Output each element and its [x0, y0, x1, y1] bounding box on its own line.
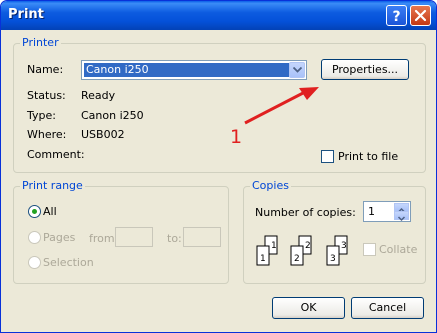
- pages-radio[interactable]: [28, 231, 41, 244]
- number-of-copies-label: Number of copies:: [255, 206, 356, 219]
- collate-page-2a: 2: [294, 254, 300, 264]
- properties-button-label: Properties...: [331, 63, 399, 76]
- to-label: to:: [167, 232, 182, 245]
- chevron-down-icon: [293, 67, 302, 73]
- close-icon: [414, 9, 427, 22]
- where-value: USB002: [81, 128, 125, 141]
- collate-page-3b: 3: [341, 241, 347, 251]
- name-label: Name:: [27, 63, 64, 76]
- annotation-arrow: [244, 87, 319, 125]
- svg-text:?: ?: [392, 9, 400, 25]
- printer-group-label: Printer: [20, 36, 61, 49]
- printer-name-value: Canon i250: [84, 63, 289, 77]
- type-label: Type:: [27, 109, 56, 122]
- dropdown-arrow-button[interactable]: [289, 62, 305, 78]
- spin-down-button[interactable]: [394, 211, 409, 222]
- ok-button-label: OK: [300, 301, 317, 314]
- ok-button[interactable]: OK: [272, 297, 345, 319]
- cancel-button[interactable]: Cancel: [351, 297, 424, 319]
- printer-name-select[interactable]: Canon i250: [81, 60, 307, 80]
- print-to-file-label[interactable]: Print to file: [338, 150, 398, 163]
- where-label: Where:: [27, 128, 67, 141]
- status-label: Status:: [27, 89, 66, 102]
- all-radio[interactable]: [28, 205, 41, 218]
- close-button[interactable]: [410, 5, 431, 26]
- type-value: Canon i250: [81, 109, 144, 122]
- selection-radio[interactable]: [28, 256, 41, 269]
- pages-label: Pages: [43, 231, 76, 244]
- chevron-down-icon: [397, 216, 406, 222]
- selection-label: Selection: [43, 256, 94, 269]
- copies-spinner[interactable]: 1: [363, 201, 411, 222]
- print-range-group-label: Print range: [20, 179, 85, 192]
- print-dialog: Print ? Printer Name: Canon i250 Propert…: [0, 0, 437, 333]
- help-button[interactable]: ?: [386, 5, 407, 26]
- copies-group-label: Copies: [250, 179, 291, 192]
- all-label[interactable]: All: [43, 205, 57, 218]
- annotation-number: 1: [230, 126, 243, 148]
- collate-set-1: 1 1: [256, 235, 278, 266]
- status-value: Ready: [81, 89, 116, 102]
- collate-set-2: 2 2: [290, 235, 312, 266]
- collate-page-3a: 3: [330, 254, 336, 264]
- to-input[interactable]: [183, 227, 221, 247]
- question-mark-icon: ?: [392, 9, 400, 25]
- print-to-file-checkbox[interactable]: [321, 150, 334, 163]
- collate-set-3: 3 3: [326, 235, 348, 266]
- from-input[interactable]: [115, 227, 153, 247]
- collate-page-2b: 2: [305, 241, 311, 251]
- cancel-button-label: Cancel: [368, 301, 407, 314]
- collate-label: Collate: [379, 243, 418, 256]
- collate-illustration: 1 1 2 2 3 3: [256, 235, 348, 266]
- collate-page-1b: 1: [271, 241, 277, 251]
- comment-label: Comment:: [27, 148, 85, 161]
- collate-page-1a: 1: [260, 254, 266, 264]
- window-title: Print: [8, 7, 44, 22]
- copies-value: 1: [368, 205, 375, 218]
- properties-button[interactable]: Properties...: [321, 59, 409, 80]
- collate-checkbox[interactable]: [363, 243, 376, 256]
- title-bar[interactable]: Print ?: [1, 1, 436, 30]
- from-label: from:: [89, 232, 119, 245]
